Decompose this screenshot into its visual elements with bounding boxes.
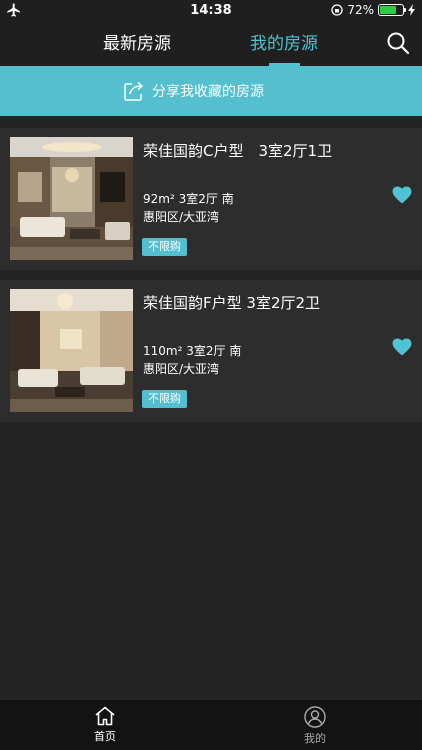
battery-fill xyxy=(380,6,396,14)
status-badge: 不限购 xyxy=(142,390,187,408)
tab-mine-label: 我的 xyxy=(304,732,326,745)
listing-photo xyxy=(10,137,133,260)
tab-mine[interactable]: 我的 xyxy=(285,706,345,746)
share-icon xyxy=(124,81,144,101)
status-bar: 14:38 72% xyxy=(0,0,422,22)
tab-latest-listings[interactable]: 最新房源 xyxy=(103,32,171,56)
heart-icon[interactable] xyxy=(392,186,412,204)
share-favorites-label: 分享我收藏的房源 xyxy=(152,84,264,100)
charging-icon xyxy=(408,4,415,16)
status-badge: 不限购 xyxy=(142,238,187,256)
listing-area-unit: m² xyxy=(165,344,183,358)
listing-spec: 92m² 3室2厅 南 xyxy=(143,190,234,207)
listing-card[interactable]: 荣佳国韵F户型 3室2厅2卫 110m² 3室2厅 南 惠阳区/大亚湾 不限购 xyxy=(0,280,422,422)
battery-percent: 72% xyxy=(347,3,374,17)
listing-card[interactable]: 荣佳国韵C户型 3室2厅1卫 92m² 3室2厅 南 惠阳区/大亚湾 不限购 xyxy=(0,128,422,270)
battery-icon xyxy=(378,4,406,16)
listing-area-unit: m² xyxy=(158,192,175,206)
top-nav: 最新房源 我的房源 xyxy=(0,22,422,66)
heart-icon[interactable] xyxy=(392,338,412,356)
status-right: 72% xyxy=(331,3,416,17)
listing-spec: 110m² 3室2厅 南 xyxy=(143,342,241,359)
listing-layout: 3室2厅 南 xyxy=(178,192,234,206)
listing-district: 惠阳区/大亚湾 xyxy=(143,362,220,376)
user-icon xyxy=(304,706,326,728)
search-icon[interactable] xyxy=(386,31,410,55)
listing-area: 92 xyxy=(143,192,159,206)
listing-title: 荣佳国韵C户型 3室2厅1卫 xyxy=(143,142,333,160)
tab-home-label: 首页 xyxy=(94,730,116,743)
rotation-lock-icon xyxy=(331,4,343,16)
listing-layout: 3室2厅 南 xyxy=(186,344,242,358)
listing-photo xyxy=(10,289,133,412)
share-favorites-bar[interactable]: 分享我收藏的房源 xyxy=(0,66,422,116)
home-icon xyxy=(95,706,115,726)
listing-district: 惠阳区/大亚湾 xyxy=(143,210,220,224)
bottom-tab-bar: 首页 我的 xyxy=(0,700,422,750)
tab-my-listings[interactable]: 我的房源 xyxy=(250,32,318,56)
listing-area: 110 xyxy=(143,344,166,358)
tab-home[interactable]: 首页 xyxy=(75,706,135,744)
listing-title: 荣佳国韵F户型 3室2厅2卫 xyxy=(143,294,321,312)
